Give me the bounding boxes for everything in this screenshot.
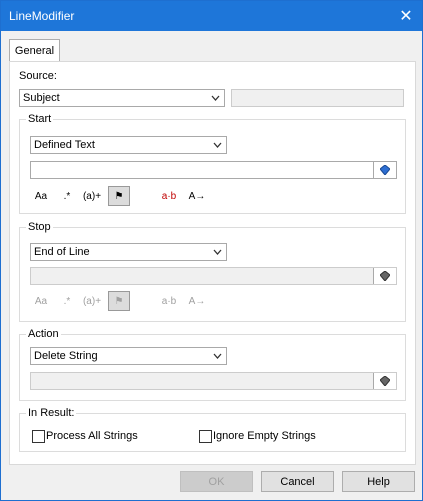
flag-icon[interactable]: ⚑ [108, 291, 130, 311]
stop-group-title: Stop [26, 221, 53, 233]
start-group-title: Start [26, 113, 54, 125]
group-icon[interactable]: (a)+ [81, 186, 103, 206]
stop-value: End of Line [34, 246, 90, 258]
chevron-down-icon [207, 90, 224, 106]
stop-group: Stop End of Line Aa .* (a)+ ⚑ a·b A→ [19, 221, 406, 322]
regex-icon[interactable]: .* [56, 291, 78, 311]
stop-text-field[interactable] [30, 267, 397, 285]
action-text-field[interactable] [30, 372, 397, 390]
result-group: In Result: Process All Strings Ignore Em… [19, 407, 406, 452]
source-select[interactable]: Subject [19, 89, 225, 107]
tab-general[interactable]: General [9, 39, 60, 62]
general-panel: Source: Subject Start Defined Text Aa .*… [9, 61, 416, 465]
regex-icon[interactable]: .* [56, 186, 78, 206]
window-title: LineModifier [9, 9, 75, 23]
flag-icon[interactable]: ⚑ [108, 186, 130, 206]
help-button[interactable]: Help [342, 471, 415, 492]
process-all-checkbox[interactable] [32, 430, 45, 443]
action-group: Action Delete String [19, 328, 406, 401]
group-icon[interactable]: (a)+ [81, 291, 103, 311]
line-modifier-dialog: LineModifier ✕ General Source: Subject S… [0, 0, 423, 501]
case-sensitive-icon[interactable]: Aa [30, 186, 52, 206]
chevron-down-icon [209, 137, 226, 153]
gem-picker-icon[interactable] [373, 162, 396, 178]
chevron-down-icon [209, 244, 226, 260]
start-value: Defined Text [34, 139, 95, 151]
stop-select[interactable]: End of Line [30, 243, 227, 261]
case-sensitive-icon[interactable]: Aa [30, 291, 52, 311]
cancel-button[interactable]: Cancel [261, 471, 334, 492]
tab-general-label: General [14, 45, 55, 57]
action-select[interactable]: Delete String [30, 347, 227, 365]
title-bar: LineModifier ✕ [1, 1, 422, 31]
source-label: Source: [19, 70, 57, 82]
close-icon[interactable]: ✕ [390, 1, 422, 31]
chevron-down-icon [209, 348, 226, 364]
process-all-label[interactable]: Process All Strings [46, 430, 138, 442]
gem-picker-icon[interactable] [373, 268, 396, 284]
source-value: Subject [23, 92, 60, 104]
ignore-empty-label[interactable]: Ignore Empty Strings [213, 430, 316, 442]
start-select[interactable]: Defined Text [30, 136, 227, 154]
exclude-icon[interactable]: a·b [158, 291, 180, 311]
result-group-title: In Result: [26, 407, 77, 419]
action-value: Delete String [34, 350, 98, 362]
start-text-field[interactable] [30, 161, 397, 179]
gem-picker-icon[interactable] [373, 373, 396, 389]
move-right-icon[interactable]: A→ [186, 291, 208, 311]
start-group: Start Defined Text Aa .* (a)+ ⚑ a·b A→ [19, 113, 406, 214]
move-right-icon[interactable]: A→ [186, 186, 208, 206]
source-text-field[interactable] [231, 89, 404, 107]
exclude-icon[interactable]: a·b [158, 186, 180, 206]
ok-button[interactable]: OK [180, 471, 253, 492]
action-group-title: Action [26, 328, 61, 340]
ignore-empty-checkbox[interactable] [199, 430, 212, 443]
